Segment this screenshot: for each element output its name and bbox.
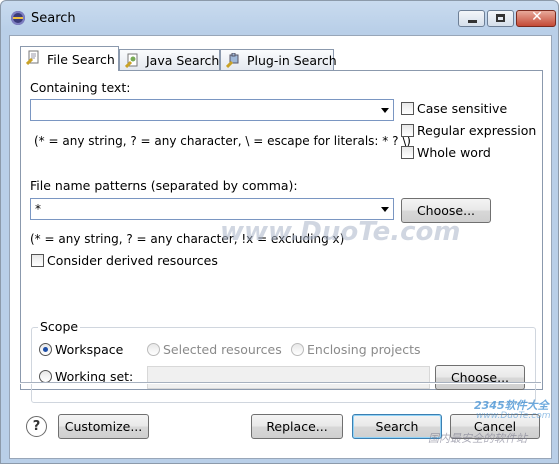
consider-derived-checkbox[interactable] [31, 254, 44, 267]
title-bar[interactable]: Search ✕ [1, 1, 558, 35]
file-name-patterns-label: File name patterns (separated by comma): [30, 178, 298, 193]
dialog-client-area: File Search Java Search Plug-in Search C… [9, 35, 552, 459]
plugin-search-icon [226, 53, 239, 69]
file-name-patterns-value: * [35, 202, 41, 216]
watermark-url: www.DuoTe.com [476, 411, 551, 421]
scope-legend: Scope [38, 319, 81, 334]
selected-resources-radio[interactable] [147, 343, 160, 356]
tab-file-search[interactable]: File Search [20, 46, 119, 71]
replace-button[interactable]: Replace... [251, 414, 343, 439]
file-search-icon [26, 50, 39, 66]
help-button[interactable]: ? [26, 416, 47, 437]
maximize-button[interactable] [487, 10, 514, 27]
minimize-button[interactable] [458, 10, 485, 27]
maximize-icon [496, 14, 505, 22]
whole-word-checkbox[interactable] [401, 146, 414, 159]
case-sensitive-label[interactable]: Case sensitive [417, 101, 507, 116]
window-title: Search [31, 11, 76, 26]
whole-word-label[interactable]: Whole word [417, 145, 491, 160]
java-search-icon [125, 53, 138, 69]
selected-resources-label[interactable]: Selected resources [163, 342, 282, 357]
containing-text-hint: (* = any string, ? = any character, \ = … [34, 134, 411, 148]
tab-plugin-search[interactable]: Plug-in Search [220, 49, 337, 71]
workspace-radio[interactable] [39, 343, 52, 356]
chevron-down-icon[interactable] [381, 108, 389, 113]
close-button[interactable]: ✕ [516, 9, 556, 27]
containing-text-label: Containing text: [30, 80, 131, 95]
close-icon: ✕ [531, 9, 543, 25]
case-sensitive-checkbox[interactable] [401, 102, 414, 115]
regex-checkbox[interactable] [401, 124, 414, 137]
tab-file-search-label: File Search [47, 52, 115, 67]
watermark-text: www.DuoTe.com [220, 217, 461, 247]
working-set-choose-button[interactable]: Choose... [435, 365, 525, 390]
customize-button[interactable]: Customize... [58, 414, 149, 439]
tab-java-search-label: Java Search [146, 53, 220, 68]
containing-text-combo[interactable] [30, 99, 394, 121]
consider-derived-label[interactable]: Consider derived resources [47, 253, 218, 268]
chevron-down-icon[interactable] [381, 207, 389, 212]
enclosing-projects-radio[interactable] [291, 343, 304, 356]
tab-java-search[interactable]: Java Search [119, 49, 220, 71]
tab-plugin-search-label: Plug-in Search [247, 53, 337, 68]
search-dialog: Search ✕ File Search Java Search Plug-in… [0, 0, 559, 464]
minimize-icon [468, 20, 477, 23]
enclosing-projects-label[interactable]: Enclosing projects [307, 342, 421, 357]
watermark-slogan: 国内最安全的软件站 [428, 432, 527, 445]
scope-group: Scope Workspace Selected resources Enclo… [31, 319, 536, 403]
workspace-label[interactable]: Workspace [55, 342, 123, 357]
working-set-input[interactable] [147, 366, 430, 389]
eclipse-icon [11, 11, 25, 25]
footer-separator [20, 382, 541, 384]
regex-label[interactable]: Regular expression [417, 123, 536, 138]
